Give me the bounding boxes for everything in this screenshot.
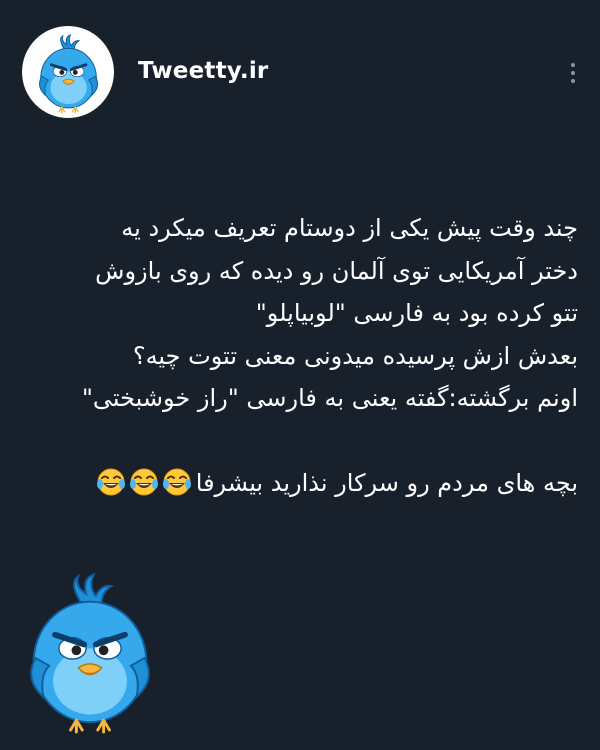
face-with-tears-of-joy-icon — [161, 468, 192, 496]
angry-blue-bird-icon — [20, 570, 160, 750]
account-name[interactable]: Tweetty.ir — [138, 58, 268, 84]
emoji-group — [93, 467, 192, 511]
tweet-line: دختر آمریکایی توی آلمان رو دیده که روی ب… — [95, 256, 578, 285]
more-vertical-icon — [571, 63, 575, 67]
tweet-line: اونم برگشته:گفته یعنی به فارسی "راز خوشب… — [81, 384, 578, 412]
face-with-tears-of-joy-icon — [128, 468, 159, 496]
angry-blue-bird-icon — [38, 33, 100, 115]
face-with-tears-of-joy-icon — [95, 468, 126, 496]
tweet-body: چند وقت پیش یکی از دوستام تعریف میکرد یه… — [18, 207, 578, 511]
tweet-line: تتو کرده بود به فارسی "لوبیاپلو" — [255, 299, 578, 327]
tweet-line: بعدش ازش پرسیده میدونی معنی تتوت چیه؟ — [132, 341, 578, 370]
tweet-header: Tweetty.ir — [0, 0, 600, 140]
tweet-line: چند وقت پیش یکی از دوستام تعریف میکرد یه — [121, 214, 578, 242]
more-vertical-icon-dot — [571, 71, 575, 75]
more-vertical-icon-dot — [571, 79, 575, 83]
tweet-last-line: بچه های مردم رو سرکار نذارید بیشرفا — [18, 462, 578, 511]
avatar[interactable] — [22, 26, 114, 118]
tweet-line: بچه های مردم رو سرکار نذارید بیشرفا — [195, 469, 578, 497]
more-options-button[interactable] — [560, 56, 586, 90]
